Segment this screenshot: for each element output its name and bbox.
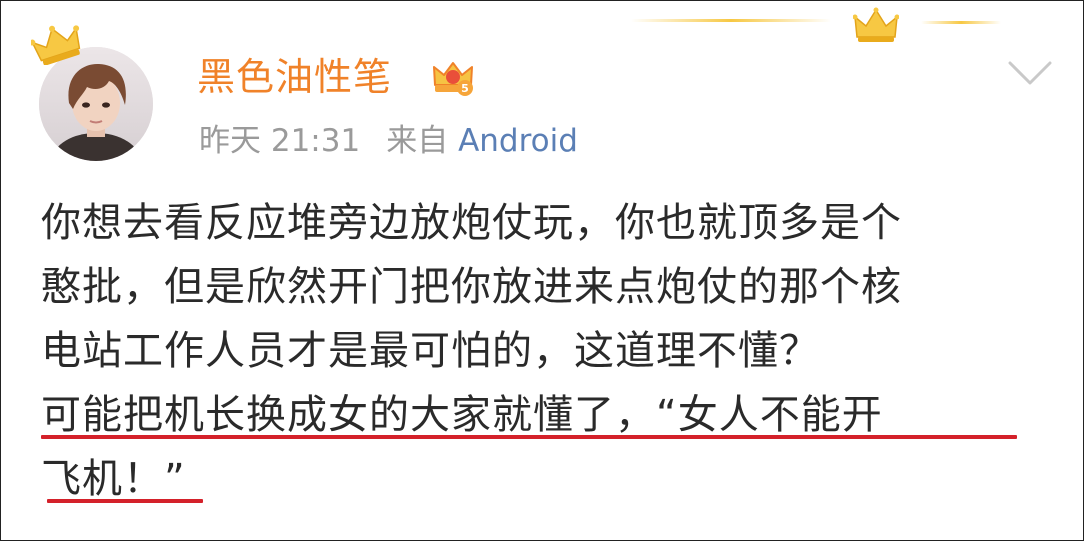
source-link[interactable]: Android [458,123,578,159]
chevron-down-icon[interactable] [1007,59,1053,87]
post-time: 昨天 21:31 [199,123,361,159]
vip-level-text: 5 [461,82,469,95]
post-line: 你想去看反应堆旁边放炮仗玩，你也就顶多是个 [41,200,902,246]
post-meta: 昨天 21:31 来自 Android [199,119,578,163]
post-body: 你想去看反应堆旁边放炮仗玩，你也就顶多是个 憨批，但是欣然开门把你放进来点炮仗的… [41,191,1051,511]
highlight-underline [41,435,1017,439]
highlight-underline [47,499,203,503]
post-line: 电站工作人员才是最可怕的，这道理不懂？ [41,328,820,374]
gold-streak-decoration [921,21,1001,24]
vip-crown-badge-icon[interactable]: 5 [431,55,475,99]
gold-streak-decoration [631,19,831,22]
source-prefix: 来自 [386,123,449,159]
crown-decoration-icon [853,7,899,42]
post-line: 憨批，但是欣然开门把你放进来点炮仗的那个核 [41,264,902,310]
weibo-post-card: 黑色油性笔 5 昨天 21:31 来自 Android 你想去看反应堆旁边放炮仗玩… [0,0,1084,541]
username[interactable]: 黑色油性笔 [197,51,392,103]
crown-icon [31,25,81,65]
